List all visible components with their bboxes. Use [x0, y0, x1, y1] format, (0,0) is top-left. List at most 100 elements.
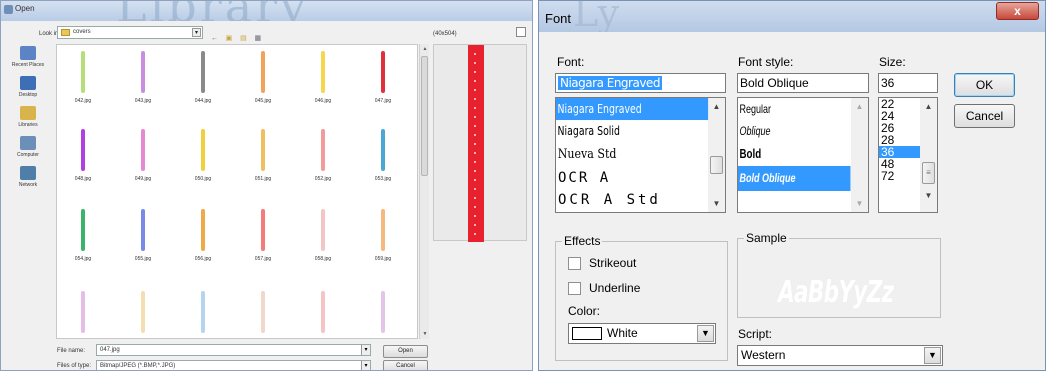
scrollbar-thumb[interactable] — [421, 56, 428, 176]
file-item[interactable]: 043.jpg — [125, 51, 165, 107]
look-in-dropdown[interactable]: covers ▾ — [57, 26, 203, 39]
chevron-down-icon[interactable]: ▾ — [361, 345, 370, 355]
new-folder-icon[interactable]: ▤ — [239, 34, 248, 43]
file-item[interactable]: 054.jpg — [65, 209, 105, 265]
underline-checkbox[interactable] — [568, 282, 581, 295]
places-bar: Recent Places Desktop Libraries Computer Net… — [5, 44, 51, 339]
font-style-list-item[interactable]: Oblique — [738, 120, 851, 142]
strikeout-checkbox[interactable] — [568, 257, 581, 270]
font-dialog-titlebar[interactable]: Ly Font x — [539, 1, 1045, 32]
file-item[interactable]: 050.jpg — [185, 129, 225, 185]
font-list-item[interactable]: OCR A Std — [556, 189, 708, 211]
font-style-list-item[interactable]: Bold — [738, 142, 851, 166]
file-list-scrollbar[interactable]: ▲ ▼ — [419, 44, 429, 339]
scroll-down-icon[interactable]: ▼ — [851, 195, 868, 212]
font-style-list-item[interactable]: Regular — [738, 98, 851, 120]
size-input[interactable]: 36 — [878, 73, 938, 93]
place-label: Network — [18, 182, 38, 188]
place-libraries[interactable]: Libraries — [5, 106, 51, 128]
open-button[interactable]: Open — [383, 345, 428, 358]
file-item[interactable]: 059.jpg — [365, 209, 405, 265]
view-menu-icon[interactable]: ▦ — [253, 34, 262, 43]
scroll-down-icon[interactable]: ▼ — [708, 195, 725, 212]
preview-pattern-dot — [474, 143, 476, 145]
font-list-item[interactable]: Niagara Engraved — [556, 98, 709, 120]
script-dropdown[interactable]: Western ▼ — [737, 345, 943, 366]
files-of-type-dropdown[interactable]: Bitmap/JPEG (*.BMP,*.JPG) ▾ — [96, 360, 371, 370]
font-style-input[interactable]: Bold Oblique — [737, 73, 869, 93]
font-name-input[interactable]: Niagara Engraved — [555, 73, 726, 93]
font-list-scrollbar[interactable]: ▲ ▼ — [708, 98, 725, 212]
ok-button[interactable]: OK — [954, 73, 1015, 97]
size-listbox[interactable]: ▲ ≡ ▼ 22 24 26 28 36 48 72 — [878, 97, 938, 213]
file-item[interactable] — [305, 291, 345, 338]
font-list-item[interactable]: Nueva Std — [556, 142, 709, 167]
file-item[interactable]: 057.jpg — [245, 209, 285, 265]
scroll-up-icon[interactable]: ▲ — [708, 98, 725, 115]
size-list-item[interactable]: 72 — [879, 170, 920, 182]
scroll-down-icon[interactable]: ▼ — [920, 187, 937, 204]
file-name-input[interactable]: 047.jpg ▾ — [96, 344, 371, 356]
files-of-type-label: Files of type: — [57, 363, 92, 369]
effects-group-title: Effects — [562, 234, 603, 248]
font-style-list-item[interactable]: Bold Oblique — [738, 166, 851, 191]
file-item[interactable]: 042.jpg — [65, 51, 105, 107]
open-dialog-titlebar[interactable]: Library Open — [1, 1, 532, 21]
file-item[interactable]: 044.jpg — [185, 51, 225, 107]
font-list-item[interactable]: Niagara Solid — [556, 120, 708, 142]
preview-pattern-dot — [474, 161, 476, 163]
font-listbox[interactable]: ▲ ▼ Niagara Engraved Niagara Solid Nueva S… — [555, 97, 726, 213]
network-icon — [20, 166, 36, 180]
scrollbar-thumb[interactable]: ≡ — [922, 162, 935, 184]
preview-pane — [433, 44, 527, 242]
file-item[interactable]: 051.jpg — [245, 129, 285, 185]
place-recent-places[interactable]: Recent Places — [5, 46, 51, 68]
size-list-scrollbar[interactable]: ▲ ≡ ▼ — [920, 98, 937, 212]
color-dropdown[interactable]: White ▼ — [568, 323, 716, 344]
scroll-up-icon[interactable]: ▲ — [420, 44, 430, 54]
chevron-down-icon[interactable]: ▼ — [697, 325, 714, 342]
close-icon[interactable]: x — [996, 2, 1039, 20]
file-thumbnail — [201, 291, 205, 333]
scroll-down-icon[interactable]: ▼ — [420, 329, 430, 339]
place-computer[interactable]: Computer — [5, 136, 51, 158]
file-item[interactable] — [245, 291, 285, 338]
scrollbar-thumb[interactable] — [710, 156, 723, 174]
file-item[interactable]: 048.jpg — [65, 129, 105, 185]
place-desktop[interactable]: Desktop — [5, 76, 51, 98]
place-network[interactable]: Network — [5, 166, 51, 188]
font-list-item[interactable]: OCR A — [556, 167, 708, 189]
file-item[interactable]: 055.jpg — [125, 209, 165, 265]
file-thumbnail — [381, 51, 385, 93]
cancel-button[interactable]: Cancel — [954, 104, 1015, 128]
file-item[interactable] — [125, 291, 165, 338]
chevron-down-icon[interactable]: ▼ — [924, 347, 941, 364]
file-item[interactable]: 058.jpg — [305, 209, 345, 265]
file-item[interactable]: 052.jpg — [305, 129, 345, 185]
file-item[interactable]: 049.jpg — [125, 129, 165, 185]
file-item[interactable] — [65, 291, 105, 338]
back-arrow-icon[interactable]: ← — [210, 34, 219, 43]
preview-pattern-dot — [474, 53, 476, 55]
file-item[interactable]: 046.jpg — [305, 51, 345, 107]
preview-toggle-icon[interactable] — [516, 27, 526, 37]
preview-pattern-dot — [474, 224, 476, 226]
file-item[interactable]: 053.jpg — [365, 129, 405, 185]
font-style-listbox[interactable]: ▲ ▼ Regular Oblique Bold Bold Oblique — [737, 97, 869, 213]
file-thumbnail — [261, 209, 265, 251]
up-folder-icon[interactable]: ▣ — [224, 34, 233, 43]
file-item[interactable]: 047.jpg — [365, 51, 405, 107]
chevron-down-icon[interactable]: ▾ — [192, 28, 201, 37]
file-item[interactable] — [185, 291, 225, 338]
file-item[interactable]: 056.jpg — [185, 209, 225, 265]
scroll-up-icon[interactable]: ▲ — [920, 98, 937, 115]
file-item[interactable]: 045.jpg — [245, 51, 285, 107]
file-list[interactable]: 042.jpg 043.jpg 044.jpg 045.jpg 046.jpg 047.j… — [56, 44, 418, 339]
open-dialog-title: Open — [15, 4, 35, 13]
chevron-down-icon[interactable]: ▾ — [361, 361, 370, 370]
color-value: White — [607, 326, 638, 340]
file-item[interactable] — [365, 291, 405, 338]
open-cancel-button[interactable]: Cancel — [383, 360, 428, 370]
style-list-scrollbar[interactable]: ▲ ▼ — [851, 98, 868, 212]
scroll-up-icon[interactable]: ▲ — [851, 98, 868, 115]
